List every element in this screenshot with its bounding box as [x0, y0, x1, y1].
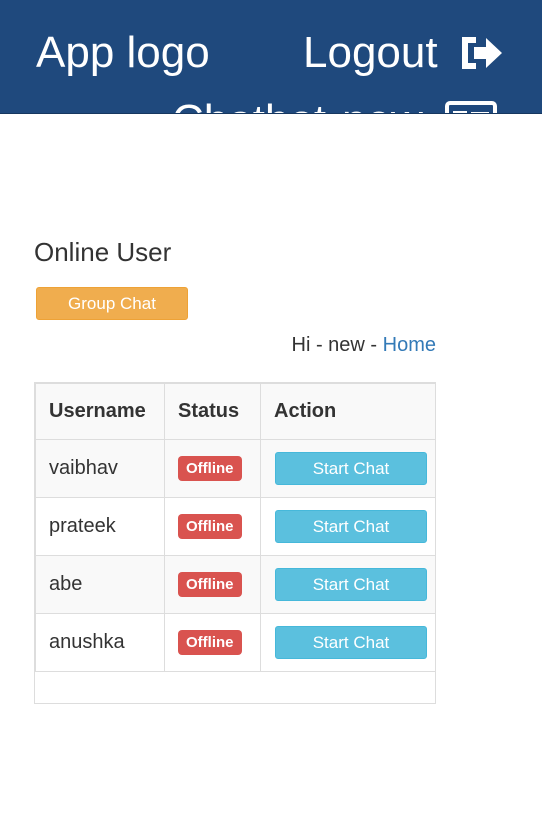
action-cell: Start Chat [260, 439, 435, 498]
home-link[interactable]: Home [383, 334, 436, 356]
table-row: anushka Offline Start Chat [35, 613, 435, 672]
nav-user-label: new [342, 94, 423, 113]
table-row: vaibhav Offline Start Chat [35, 439, 435, 498]
username-cell: vaibhav [35, 439, 165, 498]
username-cell: prateek [35, 497, 165, 556]
username-cell: abe [35, 555, 165, 614]
users-table-container: Username Status Action vaibhav Offline S… [34, 382, 436, 704]
page-title: Online User [34, 237, 172, 267]
nav-secondary-row: Chatbot new [172, 94, 497, 113]
table-row: abe Offline Start Chat [35, 555, 435, 614]
nav-chatbot-link[interactable]: Chatbot [172, 94, 342, 113]
start-chat-button[interactable]: Start Chat [275, 568, 427, 601]
greeting-line: Hi - new - Home [34, 333, 436, 357]
column-header-action: Action [260, 383, 435, 440]
top-navbar: App logo Logout Chatbot new [0, 0, 542, 114]
table-header-row: Username Status Action [35, 383, 435, 440]
status-badge: Offline [178, 456, 242, 481]
id-card-icon [444, 101, 497, 113]
sign-out-icon [461, 37, 502, 69]
status-badge: Offline [178, 514, 242, 539]
users-table: Username Status Action vaibhav Offline S… [35, 383, 435, 672]
start-chat-button[interactable]: Start Chat [275, 626, 427, 659]
logout-link[interactable]: Logout [303, 26, 504, 80]
start-chat-button[interactable]: Start Chat [275, 510, 427, 543]
logout-label: Logout [303, 28, 438, 77]
start-chat-button[interactable]: Start Chat [275, 452, 427, 485]
status-badge: Offline [178, 572, 242, 597]
username-cell: anushka [35, 613, 165, 672]
app-logo-link[interactable]: App logo [36, 26, 210, 80]
status-cell: Offline [164, 555, 261, 614]
column-header-username: Username [35, 383, 165, 440]
table-row: prateek Offline Start Chat [35, 497, 435, 556]
group-chat-button[interactable]: Group Chat [36, 287, 188, 320]
column-header-status: Status [164, 383, 261, 440]
status-cell: Offline [164, 613, 261, 672]
action-cell: Start Chat [260, 555, 435, 614]
status-cell: Offline [164, 439, 261, 498]
greeting-text: Hi - new - [291, 334, 383, 356]
action-cell: Start Chat [260, 613, 435, 672]
action-cell: Start Chat [260, 497, 435, 556]
status-badge: Offline [178, 630, 242, 655]
nav-user-link[interactable]: new [342, 94, 497, 113]
status-cell: Offline [164, 497, 261, 556]
